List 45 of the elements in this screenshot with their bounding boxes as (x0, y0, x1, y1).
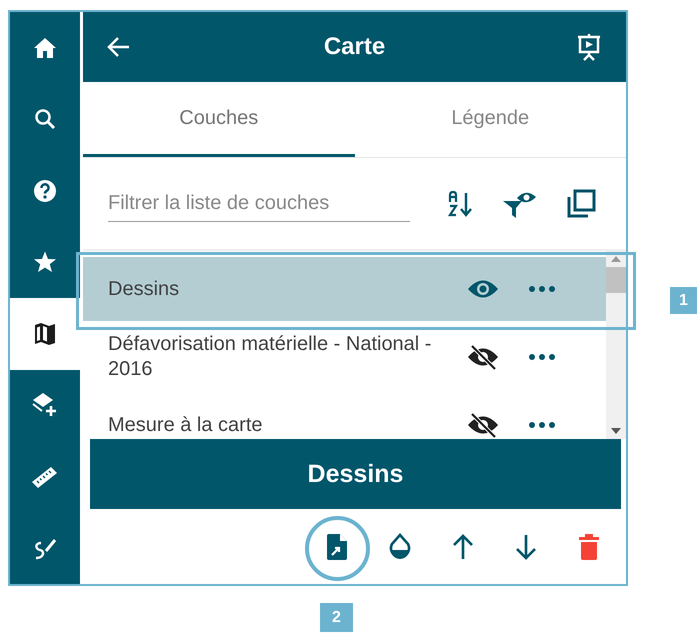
file-export-icon (326, 532, 348, 560)
sort-alpha-button[interactable] (448, 190, 474, 218)
callout-number: 2 (320, 603, 353, 632)
layer-add-icon (32, 392, 58, 418)
more-icon (529, 286, 555, 292)
visibility-toggle[interactable] (467, 344, 499, 370)
scrollbar-thumb[interactable] (606, 267, 626, 293)
more-options-button[interactable] (529, 286, 555, 292)
layer-name: Mesure à la carte (108, 412, 264, 438)
highlight-circle (305, 516, 370, 581)
star-icon (33, 250, 57, 274)
copy-button[interactable] (566, 188, 596, 218)
more-icon (529, 422, 555, 428)
selected-layer-title: Dessins (90, 439, 621, 509)
eye-icon (467, 278, 499, 300)
help-icon (33, 178, 57, 203)
scroll-down-icon (611, 428, 621, 434)
more-options-button[interactable] (529, 354, 555, 360)
header-title: Carte (324, 33, 386, 61)
arrow-up-icon (452, 534, 474, 560)
layer-name: Dessins (108, 276, 180, 302)
sort-alpha-icon (448, 190, 474, 218)
layer-name: Défavorisation matérielle - National - 2016 (108, 332, 432, 382)
more-icon (529, 354, 555, 360)
scrollbar[interactable] (606, 251, 626, 439)
ruler-icon (31, 464, 59, 489)
back-arrow-icon (107, 36, 131, 58)
copy-icon (566, 188, 596, 218)
drop-half-icon (388, 532, 412, 560)
more-options-button[interactable] (529, 422, 555, 428)
trash-icon (578, 532, 600, 560)
callout-number: 1 (670, 287, 697, 314)
search-icon (34, 108, 56, 130)
sidebar-map-button[interactable] (10, 298, 80, 370)
arrow-down-icon (515, 534, 537, 560)
presentation-icon (576, 33, 602, 61)
home-icon (33, 36, 57, 59)
layer-row[interactable]: Défavorisation matérielle - National - 2016 (83, 325, 606, 389)
visibility-toggle[interactable] (467, 278, 499, 300)
layer-row[interactable]: Dessins (83, 257, 606, 321)
tab[interactable]: Légende (354, 82, 626, 157)
eye-off-icon (467, 344, 499, 370)
tab[interactable]: Couches (83, 82, 354, 157)
map-icon (34, 322, 56, 346)
scroll-up-icon (611, 256, 621, 262)
